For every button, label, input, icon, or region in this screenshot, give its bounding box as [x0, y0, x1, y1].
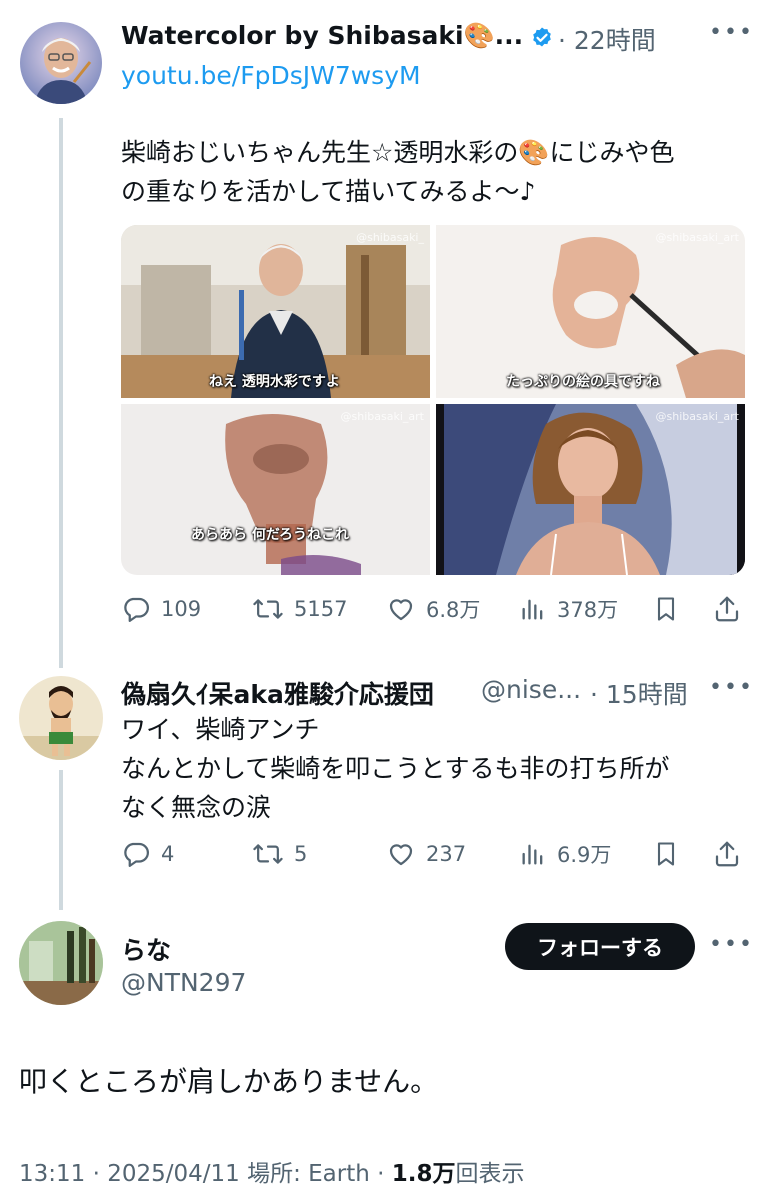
views-count: 6.9万	[557, 843, 612, 867]
tweet2-line-2: なんとかして柴崎を叩こうとするも非の打ち所が	[121, 754, 670, 783]
tweet-footer: 13:11 · 2025/04/11 場所: Earth · 1.8万回表示	[19, 1154, 525, 1188]
tweet-text-line-2: の重なりを活かして描いてみるよ～♪	[121, 177, 536, 206]
media-watermark: @shibasaki_art	[340, 410, 424, 423]
media-grid: @shibasaki_ ねえ 透明水彩ですよ @shibasaki_art たっ…	[121, 225, 745, 575]
thread-line	[59, 118, 63, 668]
footer-views-label: 回表示	[455, 1161, 525, 1187]
verified-badge-icon	[530, 26, 554, 54]
media-watermark: @shibasaki_	[356, 231, 424, 244]
media-image-3[interactable]: @shibasaki_art あらあら 何だろうねこれ	[121, 404, 430, 575]
bookmark-icon[interactable]	[652, 839, 680, 874]
views-button[interactable]: 6.9万	[519, 839, 611, 869]
like-icon	[386, 839, 416, 869]
retweet-count: 5157	[294, 597, 348, 621]
tweet-time[interactable]: · 22時間	[558, 21, 656, 57]
reply-count: 109	[161, 597, 202, 621]
media-watermark: @shibasaki_art	[655, 231, 739, 244]
like-button[interactable]: 237	[386, 839, 466, 869]
tweet2-line-1: ワイ、柴崎アンチ	[121, 715, 320, 744]
footer-timestamp[interactable]: 13:11 · 2025/04/11 場所: Earth ·	[19, 1161, 392, 1187]
reply-icon	[121, 594, 151, 624]
media-image-1[interactable]: @shibasaki_ ねえ 透明水彩ですよ	[121, 225, 430, 398]
media-image-4[interactable]: @shibasaki_art	[436, 404, 745, 575]
retweet-icon	[252, 839, 284, 869]
views-icon	[519, 594, 547, 624]
like-count: 6.8万	[426, 598, 481, 622]
avatar-nise[interactable]	[19, 676, 103, 760]
media-caption: あらあら 何だろうねこれ	[191, 527, 350, 543]
avatar-rana[interactable]	[19, 921, 103, 1005]
bookmark-icon[interactable]	[652, 594, 680, 629]
tweet2-line-3: なく無念の涙	[121, 793, 272, 822]
media-caption: たっぷりの絵の具ですね	[506, 374, 660, 390]
reply-icon	[121, 839, 151, 869]
retweet-button[interactable]: 5157	[252, 594, 347, 624]
more-icon[interactable]: •••	[709, 20, 754, 45]
reply-button[interactable]: 109	[121, 594, 201, 624]
tweet-link[interactable]: youtu.be/FpDsJW7wsyM	[121, 61, 421, 90]
share-icon[interactable]	[712, 839, 742, 874]
share-icon[interactable]	[712, 594, 742, 629]
handle-3[interactable]: @NTN297	[121, 968, 246, 997]
tweet-time-2[interactable]: · 15時間	[590, 675, 688, 711]
display-name-3[interactable]: らな	[121, 931, 171, 967]
footer-views-count: 1.8万	[391, 1161, 456, 1187]
media-image-2[interactable]: @shibasaki_art たっぷりの絵の具ですね	[436, 225, 745, 398]
display-name-2[interactable]: 偽扇久ｲ呆aka雅駿介応援団	[121, 675, 434, 711]
thread-line-2	[59, 770, 63, 910]
retweet-button[interactable]: 5	[252, 839, 307, 869]
display-name[interactable]: Watercolor by Shibasaki🎨...	[121, 21, 523, 51]
tweet-text-line-1: 柴崎おじいちゃん先生☆透明水彩の🎨にじみや色	[121, 138, 675, 167]
follow-button[interactable]: フォローする	[505, 923, 695, 970]
more-icon[interactable]: •••	[709, 675, 754, 700]
more-icon[interactable]: •••	[709, 932, 754, 957]
retweet-icon	[252, 594, 284, 624]
reply-button[interactable]: 4	[121, 839, 174, 869]
avatar-shibasaki[interactable]	[20, 22, 102, 104]
media-caption: ねえ 透明水彩ですよ	[209, 374, 340, 390]
focused-tweet-text: 叩くところが肩しかありません。	[19, 1065, 439, 1098]
views-icon	[519, 839, 547, 869]
like-icon	[386, 594, 416, 624]
views-count: 378万	[557, 598, 619, 622]
retweet-count: 5	[294, 842, 308, 866]
reply-count: 4	[161, 842, 175, 866]
like-button[interactable]: 6.8万	[386, 594, 480, 624]
views-button[interactable]: 378万	[519, 594, 618, 624]
handle-2[interactable]: @nise...	[481, 675, 581, 704]
media-watermark: @shibasaki_art	[655, 410, 739, 423]
like-count: 237	[426, 842, 467, 866]
